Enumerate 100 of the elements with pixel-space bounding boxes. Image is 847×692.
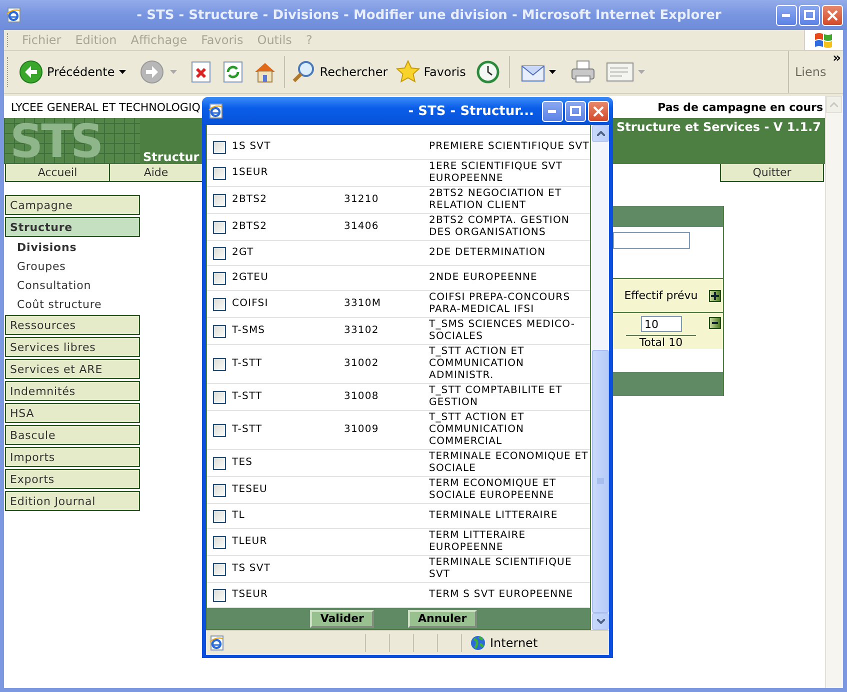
sidebar-item[interactable]: Indemnités: [5, 381, 140, 401]
division-label: TERMINALE LITTERAIRE: [429, 510, 559, 522]
caret-icon[interactable]: [118, 70, 126, 74]
sidebar-item[interactable]: Services et ARE: [5, 359, 140, 379]
banner-title: Structur: [142, 150, 200, 164]
checkbox[interactable]: [213, 324, 226, 338]
division-label: 2BTS2 NEGOCIATION ET RELATION CLIENT: [429, 188, 563, 212]
caret-icon[interactable]: [548, 70, 556, 74]
maximize-icon: [570, 106, 581, 116]
minimize-button[interactable]: [542, 100, 563, 122]
history-icon[interactable]: [476, 60, 500, 84]
maximize-icon: [804, 10, 815, 20]
division-code: TESEU: [232, 484, 268, 495]
checkbox[interactable]: [213, 246, 226, 260]
home-icon[interactable]: [252, 61, 277, 83]
sidebar-item[interactable]: Services libres: [5, 337, 140, 357]
division-label: PREMIERE SCIENTIFIQUE SVT: [429, 141, 590, 153]
submenu-item[interactable]: Coût structure: [5, 296, 203, 313]
checkbox[interactable]: [213, 456, 226, 470]
close-button[interactable]: [822, 4, 843, 26]
maximize-button[interactable]: [799, 4, 820, 26]
scrollbar[interactable]: [825, 96, 843, 688]
back-button[interactable]: Précédente: [15, 58, 119, 86]
ie-page-icon: [6, 7, 22, 23]
division-code: 2GT: [232, 247, 254, 258]
division-code: TS SVT: [232, 563, 271, 574]
checkbox[interactable]: [213, 424, 226, 436]
column-header: Effectif prévu: [623, 289, 699, 302]
checkbox[interactable]: [213, 588, 226, 602]
input-field[interactable]: [613, 232, 690, 249]
checkbox[interactable]: [213, 272, 226, 284]
checkbox[interactable]: [213, 536, 226, 548]
submenu-item[interactable]: Groupes: [5, 258, 203, 275]
checkbox[interactable]: [213, 194, 226, 206]
division-label: T_STT ACTION ET COMMUNICATION COMMERCIAL: [429, 412, 526, 448]
printer-icon[interactable]: [570, 60, 596, 84]
division-label: 2BTS2 COMPTA. GESTION DES ORGANISATIONS: [429, 215, 571, 239]
checkbox[interactable]: [213, 390, 226, 404]
checkbox[interactable]: [213, 562, 226, 576]
division-code: T-SMS: [232, 325, 266, 336]
total-label: Total 10: [639, 336, 683, 349]
division-label: 2DE DETERMINATION: [429, 247, 547, 259]
submenu-item[interactable]: Consultation: [5, 277, 203, 294]
edit-icon[interactable]: [606, 61, 634, 83]
submenu-item[interactable]: Divisions: [5, 239, 203, 256]
close-icon: [827, 10, 838, 20]
close-button[interactable]: [588, 100, 609, 122]
sidebar-item[interactable]: Structure: [5, 217, 140, 237]
sidebar-item[interactable]: Ressources: [5, 315, 140, 335]
cancel-button[interactable]: Annuler: [408, 610, 477, 628]
division-code: TSEUR: [232, 589, 268, 600]
division-label: 1ERE SCIENTIFIQUE SVT EUROPEENNE: [429, 161, 564, 185]
division-code: 2GTEU: [232, 272, 269, 283]
refresh-icon[interactable]: [222, 61, 243, 83]
division-number: 31210: [344, 194, 379, 205]
popup-title: - STS - Structur...: [407, 104, 535, 118]
checkbox[interactable]: [213, 358, 226, 370]
effectif-field[interactable]: 10: [640, 316, 682, 332]
sidebar-item[interactable]: Edition Journal: [5, 491, 140, 511]
close-icon: [593, 106, 604, 116]
quit-tab[interactable]: Quitter: [720, 164, 824, 182]
division-code: T-STT: [232, 424, 262, 435]
stop-icon[interactable]: [190, 61, 211, 83]
division-label: 2NDE EUROPEENNE: [429, 272, 538, 284]
checkbox[interactable]: [213, 140, 226, 154]
validate-button[interactable]: Valider: [310, 610, 374, 628]
division-code: 2BTS2: [232, 194, 268, 205]
checkbox[interactable]: [213, 298, 226, 310]
plus-button[interactable]: [709, 290, 721, 302]
division-label: COIFSI PREPA-CONCOURS PARA-MEDICAL IFSI: [429, 292, 572, 316]
division-label: TERMINALE SCIENTIFIQUE SVT: [429, 557, 573, 581]
division-number: 3310M: [344, 298, 382, 309]
search-icon: [292, 60, 316, 84]
division-code: 1S SVT: [232, 141, 271, 152]
division-label: T_STT COMPTABILITE ET GESTION: [429, 385, 564, 409]
ie-page-icon: [209, 635, 225, 651]
minimize-button[interactable]: [776, 4, 797, 26]
checkbox[interactable]: [213, 510, 226, 522]
sidebar-item[interactable]: Imports: [5, 447, 140, 467]
sidebar-item[interactable]: Exports: [5, 469, 140, 489]
minus-icon: [711, 319, 719, 327]
checkbox[interactable]: [213, 166, 226, 180]
sidebar-item[interactable]: HSA: [5, 403, 140, 423]
favorites-button[interactable]: Favoris: [392, 58, 470, 86]
division-number: 31002: [344, 358, 379, 369]
links-button[interactable]: Liens: [795, 65, 826, 79]
minus-button[interactable]: [709, 317, 721, 329]
division-number: 33102: [344, 325, 379, 336]
search-button[interactable]: Rechercher: [288, 58, 392, 86]
sidebar-item[interactable]: Bascule: [5, 425, 140, 445]
sidebar-item[interactable]: Campagne: [5, 195, 140, 215]
nav-tab[interactable]: Aide: [110, 164, 202, 182]
checkbox[interactable]: [213, 220, 226, 234]
division-code: TL: [232, 510, 245, 521]
nav-tab[interactable]: Accueil: [5, 164, 110, 182]
star-icon: [396, 60, 420, 84]
checkbox[interactable]: [213, 484, 226, 496]
maximize-button[interactable]: [565, 100, 586, 122]
more-button[interactable]: »: [832, 51, 841, 66]
division-label: T_STT ACTION ET COMMUNICATION ADMINISTR.: [429, 346, 526, 382]
